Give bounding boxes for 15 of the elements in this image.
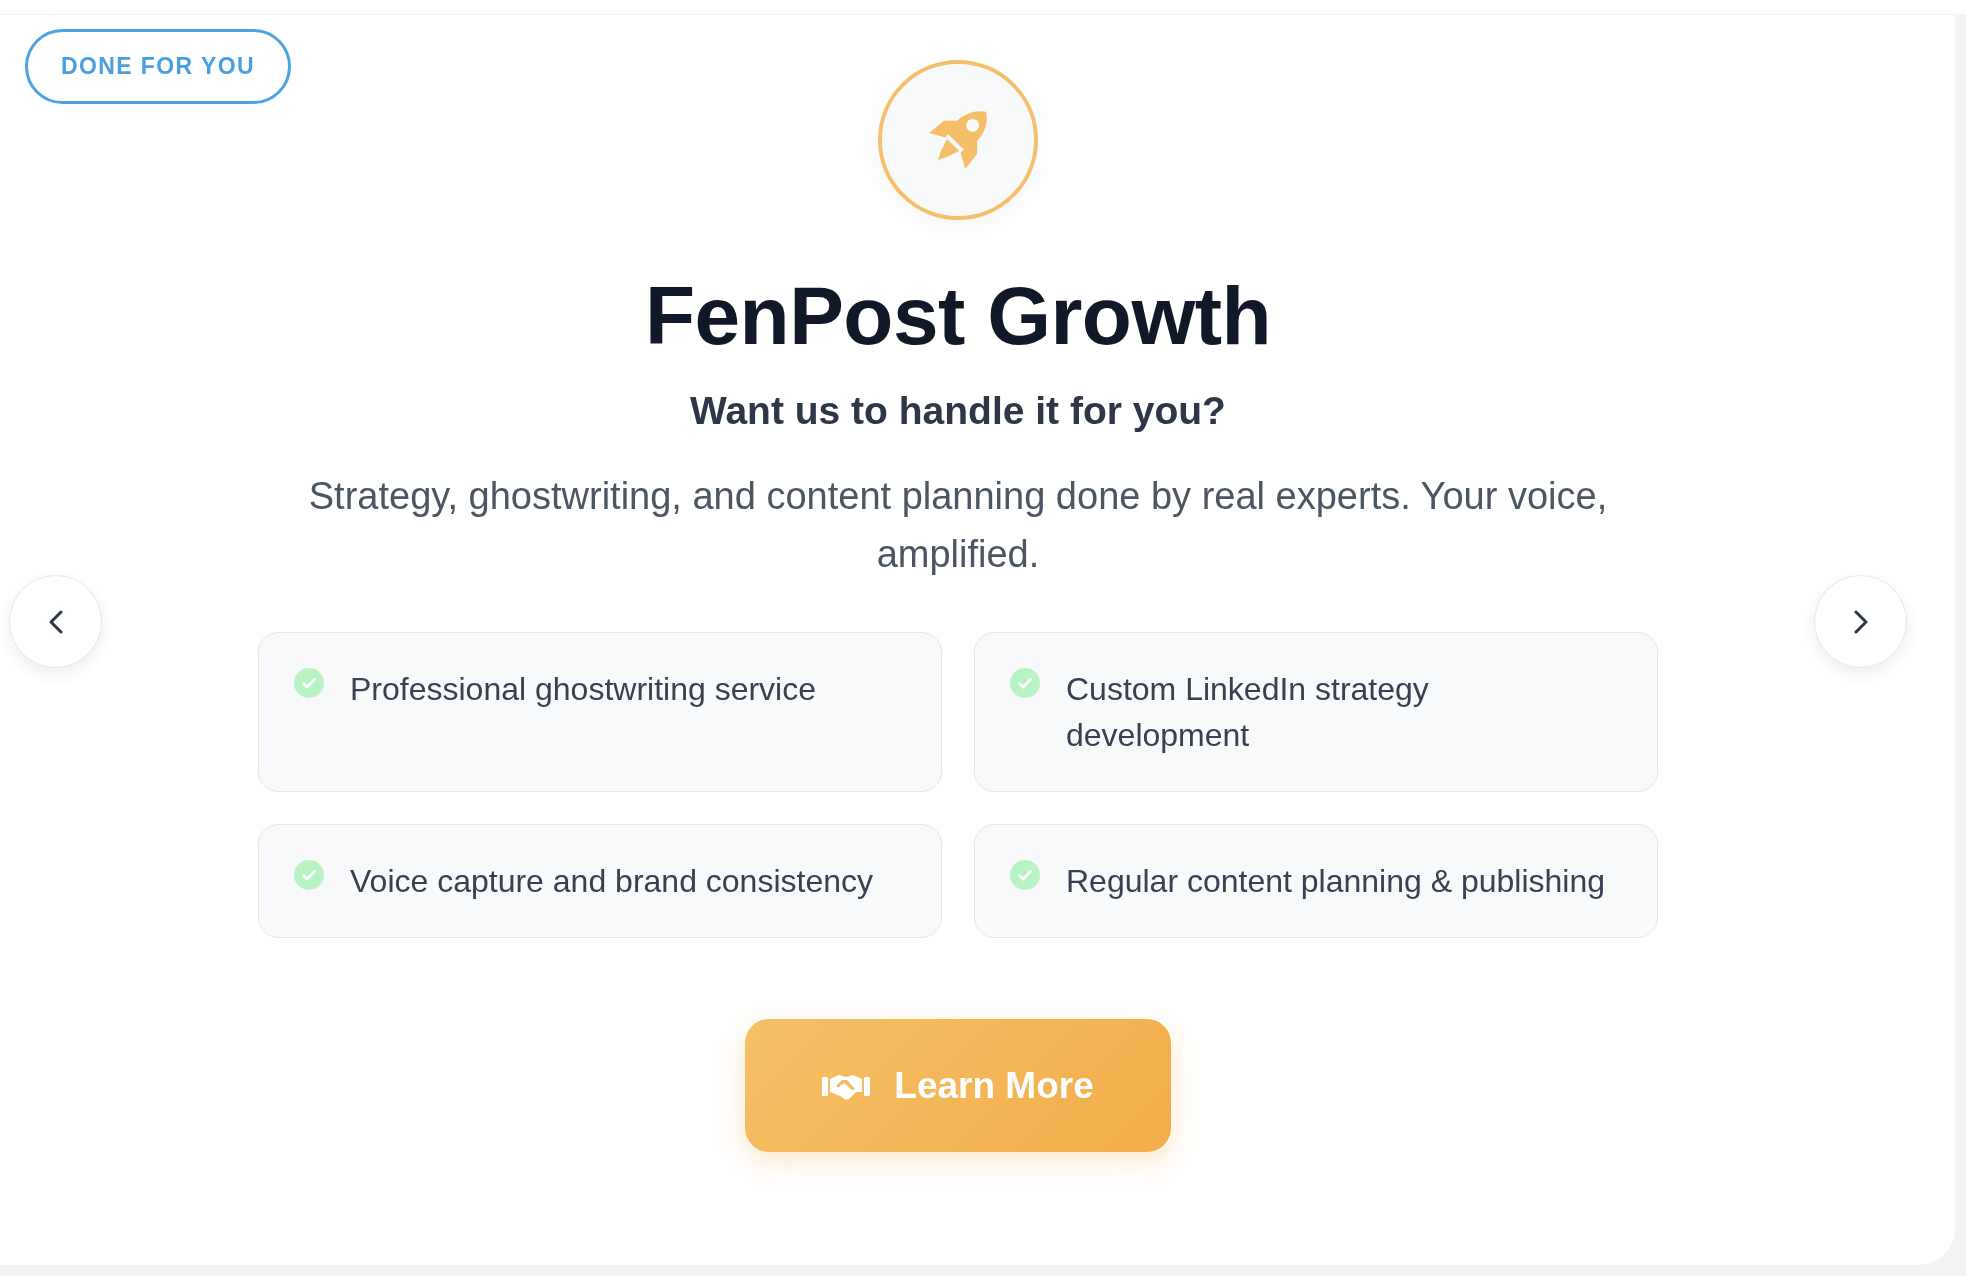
plan-subtitle: Want us to handle it for you? xyxy=(690,388,1226,434)
plan-description: Strategy, ghostwriting, and content planning done by real experts. Your voice, amplified. xyxy=(307,474,1609,577)
feature-text: Custom LinkedIn strategy development xyxy=(1066,670,1430,755)
check-icon xyxy=(294,668,324,698)
check-icon xyxy=(1010,668,1040,698)
check-icon xyxy=(1010,860,1040,890)
feature-text: Regular content planning & publishing xyxy=(1066,862,1607,901)
chevron-left-icon xyxy=(48,609,63,634)
plan-title: FenPost Growth xyxy=(644,269,1272,363)
check-icon xyxy=(294,860,324,890)
service-badge: DONE FOR YOU xyxy=(25,29,291,104)
learn-more-button[interactable]: Learn More xyxy=(745,1019,1171,1152)
feature-text: Professional ghostwriting service xyxy=(350,670,817,709)
feature-text: Voice capture and brand consistency xyxy=(350,862,874,901)
chevron-right-icon xyxy=(1853,609,1868,634)
